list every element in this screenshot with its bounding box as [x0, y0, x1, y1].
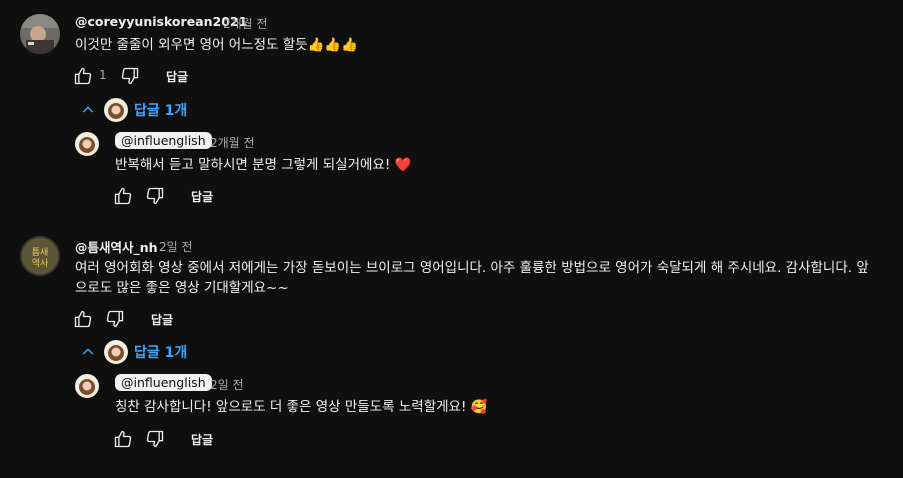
thumb-down-icon	[106, 310, 124, 328]
comment-author[interactable]: @coreyyuniskorean2021	[75, 14, 247, 29]
avatar	[104, 340, 128, 364]
dislike-button[interactable]	[145, 429, 165, 449]
dislike-button[interactable]	[120, 66, 140, 86]
chevron-up-icon	[82, 106, 94, 113]
svg-text:역사: 역사	[32, 258, 49, 269]
comment-timestamp[interactable]: 2일 전	[159, 238, 193, 255]
comment-text: 이것만 줄줄이 외우면 영어 어느정도 할듯👍👍👍	[75, 37, 359, 53]
like-button[interactable]	[113, 186, 133, 206]
svg-text:틈새: 틈새	[32, 247, 49, 258]
avatar[interactable]	[20, 14, 60, 54]
thumb-up-icon	[74, 310, 92, 328]
replies-toggle-label[interactable]: 답글 1개	[134, 100, 187, 120]
thumb-up-icon	[114, 187, 132, 205]
reply-button[interactable]: 답글	[191, 431, 213, 448]
like-button[interactable]	[73, 66, 93, 86]
reply-button[interactable]: 답글	[166, 68, 188, 85]
avatar[interactable]	[75, 132, 99, 156]
reply-text: 반복해서 듣고 말하시면 분명 그렇게 되실거에요! ❤️	[115, 157, 412, 173]
creator-handle-chip[interactable]: @influenglish	[115, 374, 212, 391]
comment-author[interactable]: @틈새역사_nh	[75, 237, 158, 256]
avatar	[104, 98, 128, 122]
avatar[interactable]: 틈새 역사	[20, 236, 60, 276]
like-button[interactable]	[113, 429, 133, 449]
reply-button[interactable]: 답글	[191, 188, 213, 205]
thumb-down-icon	[146, 187, 164, 205]
thumb-down-icon	[121, 67, 139, 85]
reply-timestamp[interactable]: 2일 전	[210, 376, 244, 393]
like-button[interactable]	[73, 309, 93, 329]
comment-timestamp[interactable]: 2개월 전	[223, 15, 268, 32]
replies-toggle-label[interactable]: 답글 1개	[134, 342, 187, 362]
reply-button[interactable]: 답글	[151, 311, 173, 328]
like-count: 1	[99, 68, 107, 82]
comment-text-line-1: 여러 영어회화 영상 중에서 저에게는 가장 돋보이는 브이로그 영어입니다. …	[75, 260, 869, 276]
thumb-up-icon	[74, 67, 92, 85]
chevron-up-icon	[82, 348, 94, 355]
thumb-down-icon	[146, 430, 164, 448]
reply-text: 칭찬 감사합니다! 앞으로도 더 좋은 영상 만들도록 노력할게요! 🥰	[115, 399, 488, 415]
replies-toggle[interactable]: 답글 1개	[80, 98, 187, 122]
creator-handle-chip[interactable]: @influenglish	[115, 132, 212, 149]
replies-toggle[interactable]: 답글 1개	[80, 340, 187, 364]
thumb-up-icon	[114, 430, 132, 448]
comment-text-line-2: 으로도 많은 좋은 영상 기대할게요~~	[75, 280, 289, 296]
avatar[interactable]	[75, 374, 99, 398]
dislike-button[interactable]	[145, 186, 165, 206]
dislike-button[interactable]	[105, 309, 125, 329]
reply-timestamp[interactable]: 2개월 전	[210, 134, 255, 151]
